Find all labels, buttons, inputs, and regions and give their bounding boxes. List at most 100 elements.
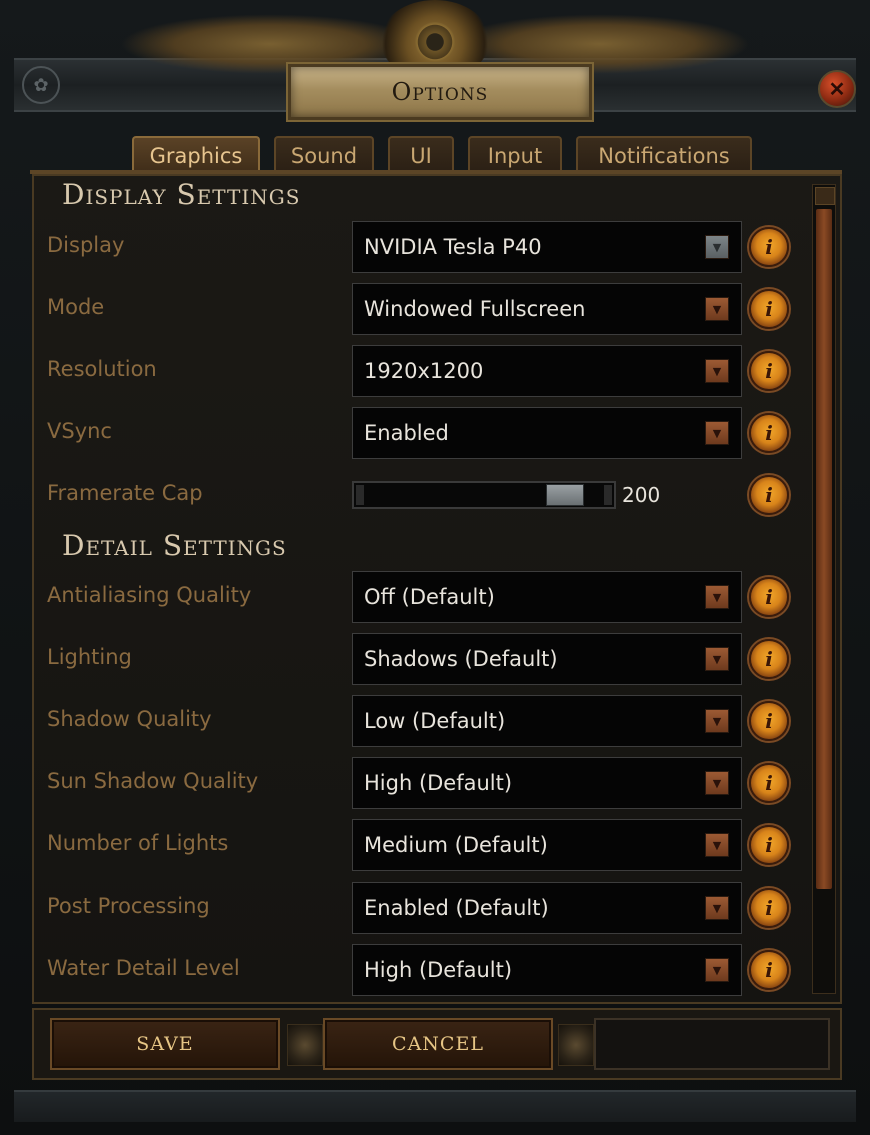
info-icon: i: [765, 709, 773, 733]
post-processing-dropdown[interactable]: Enabled (Default) ▼: [352, 882, 742, 934]
gear-icon: [415, 22, 455, 62]
shadow-quality-dropdown[interactable]: Low (Default) ▼: [352, 695, 742, 747]
post-processing-value: Enabled (Default): [364, 896, 549, 920]
lighting-value: Shadows (Default): [364, 647, 558, 671]
resolution-dropdown[interactable]: 1920x1200 ▼: [352, 345, 742, 397]
chevron-down-icon: ▼: [705, 647, 729, 671]
tab-graphics[interactable]: Graphics: [132, 136, 260, 174]
info-icon: i: [765, 647, 773, 671]
tab-notifications-label: Notifications: [598, 144, 730, 168]
display-dropdown[interactable]: NVIDIA Tesla P40 ▼: [352, 221, 742, 273]
close-icon: ✕: [828, 77, 846, 101]
antialiasing-info-button[interactable]: i: [749, 577, 789, 617]
sun-shadow-quality-label: Sun Shadow Quality: [47, 769, 259, 793]
info-icon: i: [765, 585, 773, 609]
slider-right-cap: [604, 485, 612, 505]
tab-input-label: Input: [487, 144, 543, 168]
mode-info-button[interactable]: i: [749, 289, 789, 329]
display-label: Display: [47, 233, 125, 257]
lighting-info-button[interactable]: i: [749, 639, 789, 679]
tab-notifications[interactable]: Notifications: [576, 136, 752, 174]
mode-value: Windowed Fullscreen: [364, 297, 586, 321]
display-info-button[interactable]: i: [749, 227, 789, 267]
bottom-ornament: [14, 1090, 856, 1122]
window-title: Options: [391, 78, 489, 106]
lighting-dropdown[interactable]: Shadows (Default) ▼: [352, 633, 742, 685]
detail-settings-heading: Detail Settings: [62, 529, 287, 562]
antialiasing-label: Antialiasing Quality: [47, 583, 252, 607]
vsync-value: Enabled: [364, 421, 449, 445]
tab-ui-label: UI: [410, 144, 432, 168]
display-settings-heading: Display Settings: [62, 178, 301, 211]
post-processing-info-button[interactable]: i: [749, 888, 789, 928]
chevron-down-icon: ▼: [705, 359, 729, 383]
cancel-button[interactable]: CANCEL: [323, 1018, 553, 1070]
antialiasing-dropdown[interactable]: Off (Default) ▼: [352, 571, 742, 623]
left-corner-ornament: ✿: [22, 66, 60, 104]
tab-sound[interactable]: Sound: [274, 136, 374, 174]
vsync-label: VSync: [47, 419, 112, 443]
framerate-slider[interactable]: [352, 481, 616, 509]
water-detail-level-label: Water Detail Level: [47, 956, 240, 980]
chevron-down-icon: ▼: [705, 896, 729, 920]
close-button[interactable]: ✕: [818, 70, 856, 108]
water-detail-level-dropdown[interactable]: High (Default) ▼: [352, 944, 742, 996]
lighting-label: Lighting: [47, 645, 132, 669]
chevron-down-icon: ▼: [705, 585, 729, 609]
chevron-down-icon: ▼: [705, 833, 729, 857]
mode-label: Mode: [47, 295, 105, 319]
mode-dropdown[interactable]: Windowed Fullscreen ▼: [352, 283, 742, 335]
resolution-info-button[interactable]: i: [749, 351, 789, 391]
antialiasing-value: Off (Default): [364, 585, 495, 609]
tab-ui[interactable]: UI: [388, 136, 454, 174]
chevron-down-icon: ▼: [705, 709, 729, 733]
rosette-ornament: [287, 1024, 323, 1066]
cancel-button-label: CANCEL: [392, 1033, 484, 1055]
info-icon: i: [765, 896, 773, 920]
info-icon: i: [765, 421, 773, 445]
shadow-quality-value: Low (Default): [364, 709, 506, 733]
save-button[interactable]: SAVE: [50, 1018, 280, 1070]
framerate-cap-label: Framerate Cap: [47, 481, 203, 505]
slider-left-cap: [356, 485, 364, 505]
info-icon: i: [765, 235, 773, 259]
empty-button-slot: [594, 1018, 830, 1070]
tab-input[interactable]: Input: [468, 136, 562, 174]
vsync-dropdown[interactable]: Enabled ▼: [352, 407, 742, 459]
info-icon: i: [765, 958, 773, 982]
chevron-down-icon: ▼: [705, 771, 729, 795]
framerate-value: 200: [622, 483, 661, 507]
chevron-down-icon: ▼: [705, 235, 729, 259]
settings-scrollbar[interactable]: [812, 184, 836, 994]
framerate-info-button[interactable]: i: [749, 475, 789, 515]
title-plate: Options: [288, 64, 592, 120]
number-of-lights-value: Medium (Default): [364, 833, 548, 857]
options-window: ✿ Options ✕ Graphics Sound UI Input Noti…: [0, 0, 870, 1135]
shadow-quality-info-button[interactable]: i: [749, 701, 789, 741]
number-of-lights-label: Number of Lights: [47, 831, 229, 855]
scroll-up-icon[interactable]: [815, 187, 835, 205]
chevron-down-icon: ▼: [705, 421, 729, 445]
info-icon: i: [765, 483, 773, 507]
slider-thumb[interactable]: [545, 484, 584, 506]
tab-graphics-label: Graphics: [149, 144, 243, 168]
chevron-down-icon: ▼: [705, 958, 729, 982]
water-detail-level-info-button[interactable]: i: [749, 950, 789, 990]
tab-sound-label: Sound: [290, 144, 358, 168]
scroll-thumb[interactable]: [816, 209, 832, 889]
display-value: NVIDIA Tesla P40: [364, 235, 542, 259]
sun-shadow-quality-dropdown[interactable]: High (Default) ▼: [352, 757, 742, 809]
sun-shadow-quality-value: High (Default): [364, 771, 513, 795]
water-detail-level-value: High (Default): [364, 958, 513, 982]
number-of-lights-info-button[interactable]: i: [749, 825, 789, 865]
chevron-down-icon: ▼: [705, 297, 729, 321]
post-processing-label: Post Processing: [47, 894, 210, 918]
resolution-label: Resolution: [47, 357, 157, 381]
vsync-info-button[interactable]: i: [749, 413, 789, 453]
number-of-lights-dropdown[interactable]: Medium (Default) ▼: [352, 819, 742, 871]
shadow-quality-label: Shadow Quality: [47, 707, 212, 731]
info-icon: i: [765, 297, 773, 321]
resolution-value: 1920x1200: [364, 359, 484, 383]
sun-shadow-quality-info-button[interactable]: i: [749, 763, 789, 803]
info-icon: i: [765, 359, 773, 383]
